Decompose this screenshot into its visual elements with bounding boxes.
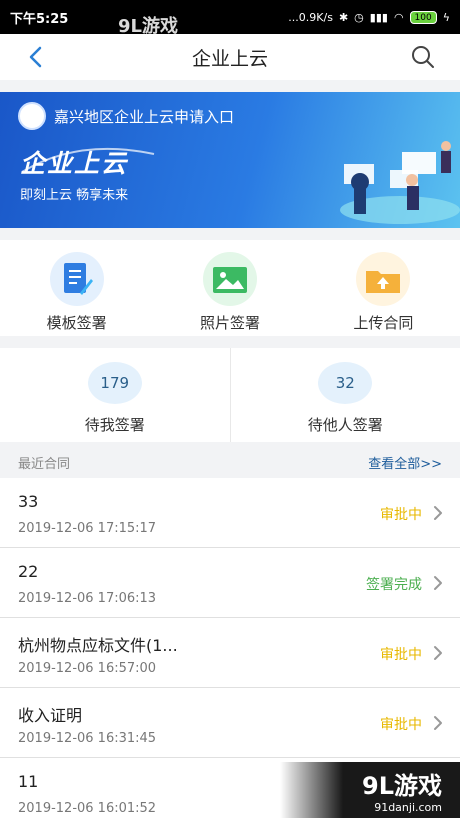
chevron-right-icon [434,576,442,590]
chevron-right-icon [434,506,442,520]
watermark-logo-bottom: 9L游戏 91danji.com [280,762,460,818]
contract-time: 2019-12-06 16:01:52 [18,801,157,816]
recent-title: 最近合同 [18,456,71,472]
status-icons: ...0.9K/s ✱ ◷ ▮▮▮ ◠ 100 ϟ [288,10,450,24]
chevron-right-icon [434,716,442,730]
banner-headline: 企业上云 [20,149,129,178]
battery-indicator: 100 [409,10,437,24]
icon-circle [356,252,411,306]
contract-name: 22 [18,562,39,581]
recent-contracts-header: 最近合同 查看全部>> [0,448,460,476]
contract-status: 审批中 [380,647,422,663]
back-arrow-icon[interactable] [22,43,50,71]
contract-name: 11 [18,772,39,791]
wifi-icon: ◠ [393,10,404,24]
promo-banner[interactable]: 嘉兴地区企业上云申请入口 企业上云 即刻上云 畅享未来 [0,92,460,228]
folder-upload-icon [366,271,401,293]
banner-slogan: 即刻上云 畅享未来 [20,188,129,203]
chevron-right-icon [434,646,442,660]
charging-icon: ϟ [442,10,450,24]
status-time: 下午5:25 [10,11,69,27]
stat-count: 32 [318,362,373,404]
contract-name: 杭州物点应标文件(1... [18,636,178,655]
page-title: 企业上云 [191,47,268,70]
bluetooth-icon: ✱ [338,10,349,24]
view-all-link[interactable]: 查看全部>> [368,453,442,472]
photo-sign-button[interactable]: 照片签署 [153,240,306,336]
contract-status: 审批中 [380,507,422,523]
contract-status: 签署完成 [366,577,422,593]
business-people-illustration [340,141,460,224]
contract-time: 2019-12-06 17:15:17 [18,521,157,536]
icon-circle [49,252,104,306]
upload-contract-button[interactable]: 上传合同 [307,240,460,336]
stat-label: 待我签署 [84,416,145,434]
document-pen-icon [63,263,93,295]
icon-circle [202,252,257,306]
contract-name: 收入证明 [18,706,83,725]
stat-label: 待他人签署 [307,416,383,434]
watermark-brand: 9L游戏 [362,772,442,800]
signing-stats: 179 待我签署 32 待他人签署 [0,348,460,442]
contract-name: 33 [18,492,39,511]
search-icon[interactable] [410,44,436,70]
contract-row[interactable]: 杭州物点应标文件(1... 2019-12-06 16:57:00 审批中 [0,618,460,688]
signal-icon: ▮▮▮ [369,10,388,24]
pending-my-signature[interactable]: 179 待我签署 [0,348,230,442]
quick-action-label: 照片签署 [199,314,260,332]
quick-action-label: 上传合同 [353,314,414,332]
contract-row[interactable]: 22 2019-12-06 17:06:13 签署完成 [0,548,460,618]
pending-others-signature[interactable]: 32 待他人签署 [229,348,460,442]
photo-icon [212,267,247,293]
banner-entry-text: 嘉兴地区企业上云申请入口 [54,107,235,126]
contract-time: 2019-12-06 16:31:45 [18,731,157,746]
template-sign-button[interactable]: 模板签署 [0,240,153,336]
nav-bar: 企业上云 [0,34,460,80]
net-speed: ...0.9K/s [288,10,333,24]
contract-row[interactable]: 33 2019-12-06 17:15:17 审批中 [0,478,460,548]
quick-actions: 模板签署 照片签署 上传合同 [0,240,460,336]
banner-entry: 嘉兴地区企业上云申请入口 [18,102,234,130]
watermark-site: 91danji.com [374,801,442,814]
contract-time: 2019-12-06 17:06:13 [18,591,157,606]
alarm-icon: ◷ [354,10,364,24]
contract-row[interactable]: 收入证明 2019-12-06 16:31:45 审批中 [0,688,460,758]
emblem-icon [18,102,46,130]
stat-count: 179 [87,362,142,404]
contract-time: 2019-12-06 16:57:00 [18,661,157,676]
status-bar: 下午5:25 ...0.9K/s ✱ ◷ ▮▮▮ ◠ 100 ϟ [0,0,460,34]
quick-action-label: 模板签署 [46,314,107,332]
contract-status: 审批中 [380,717,422,733]
